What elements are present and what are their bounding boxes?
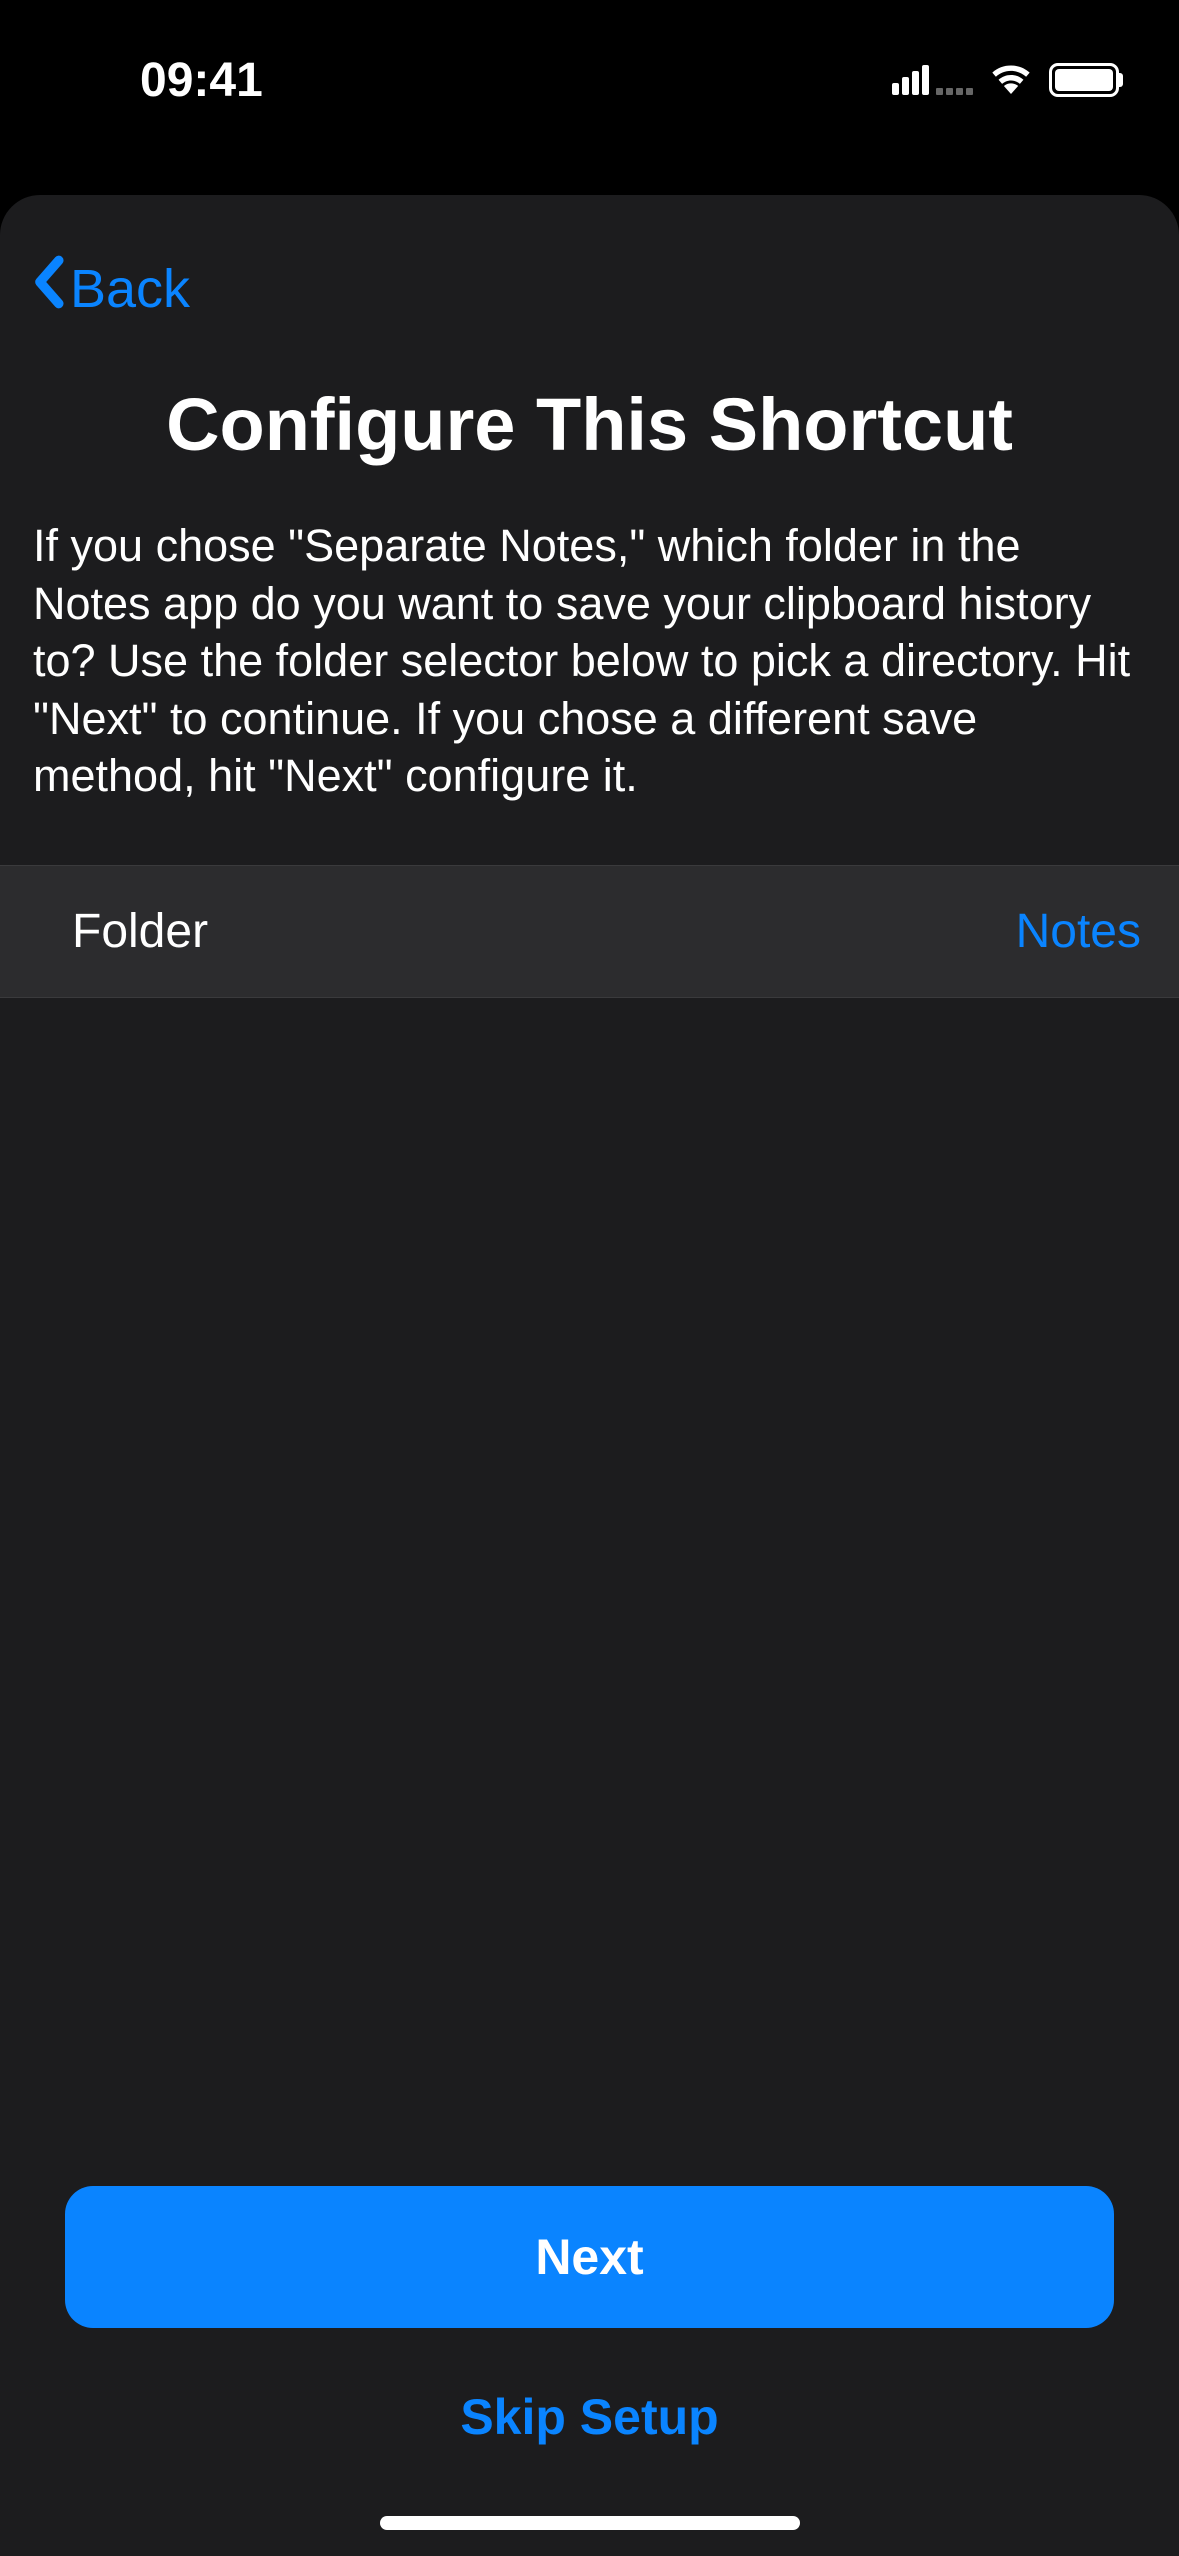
home-indicator[interactable] [380, 2516, 800, 2530]
configure-sheet: Back Configure This Shortcut If you chos… [0, 195, 1179, 2556]
back-button[interactable]: Back [30, 255, 190, 322]
battery-icon [1049, 63, 1119, 97]
status-icons [892, 62, 1119, 99]
page-title: Configure This Shortcut [0, 362, 1179, 517]
cellular-signal-icon [892, 65, 973, 95]
folder-label: Folder [72, 904, 208, 959]
skip-setup-button[interactable]: Skip Setup [65, 2388, 1114, 2446]
wifi-icon [989, 62, 1033, 99]
folder-value[interactable]: Notes [1016, 904, 1141, 959]
status-bar: 09:41 [0, 0, 1179, 140]
next-button[interactable]: Next [65, 2186, 1114, 2328]
page-description: If you chose "Separate Notes," which fol… [0, 517, 1179, 865]
status-time: 09:41 [140, 53, 263, 108]
nav-bar: Back [0, 195, 1179, 362]
folder-selector-row[interactable]: Folder Notes [0, 865, 1179, 998]
bottom-actions: Next Skip Setup [0, 2186, 1179, 2446]
back-label: Back [70, 258, 190, 320]
chevron-left-icon [30, 255, 66, 322]
